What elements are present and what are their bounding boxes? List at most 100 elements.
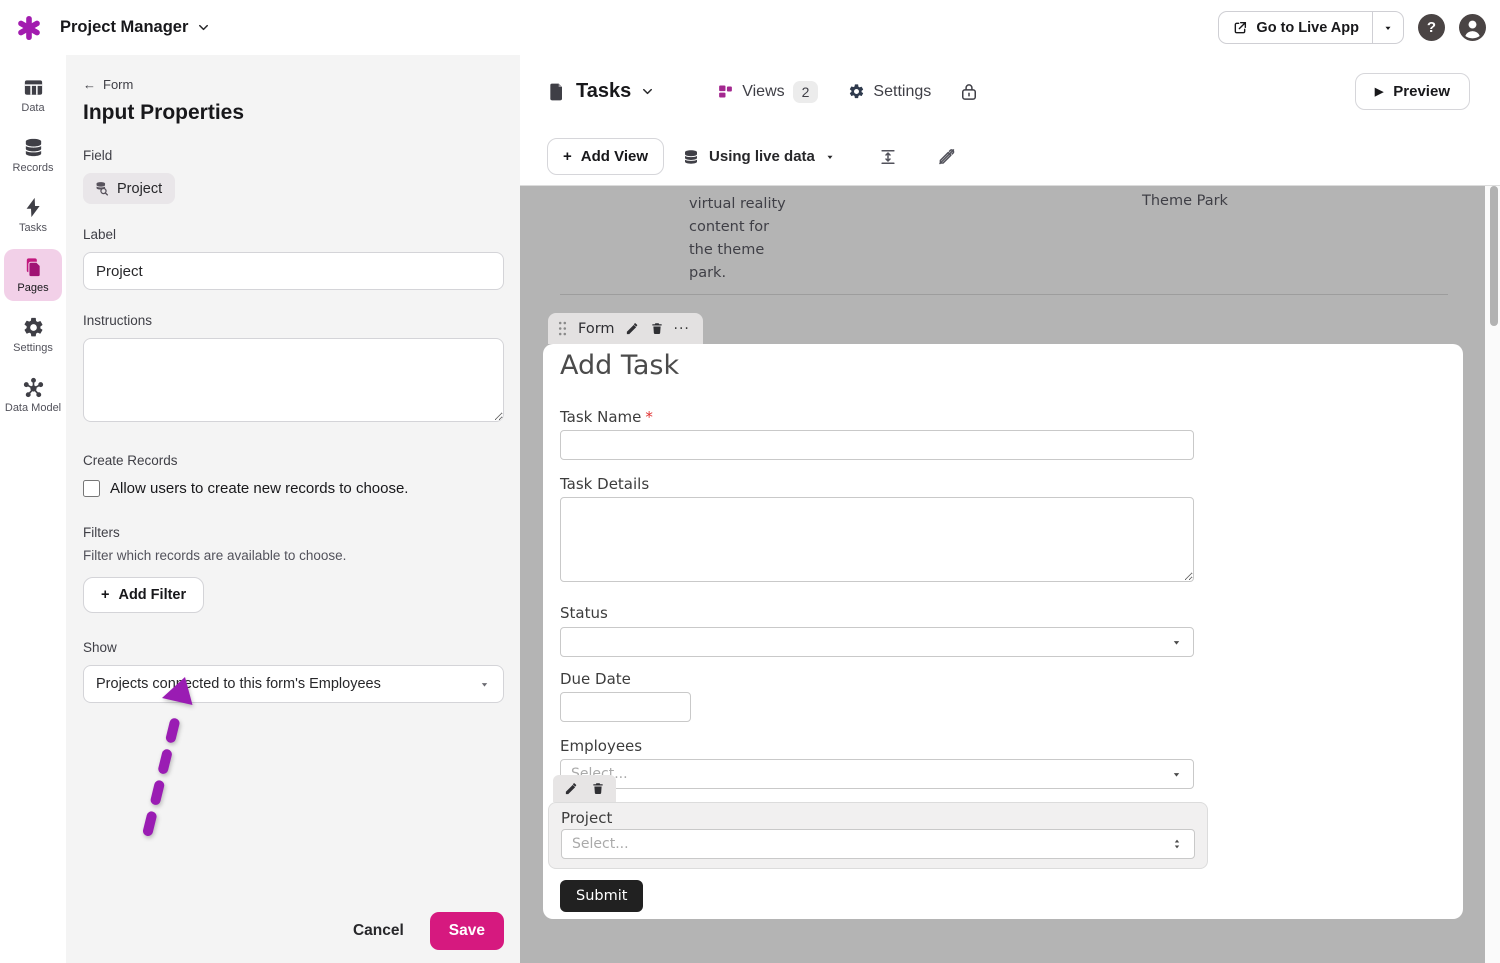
app-switcher-chevron-icon[interactable] [196, 20, 211, 35]
rail-item-data-model[interactable]: Data Model [4, 369, 62, 421]
filters-section-label: Filters [83, 525, 504, 540]
task-name-input[interactable] [560, 430, 1194, 460]
views-count-badge: 2 [793, 81, 819, 103]
label-input[interactable] [83, 252, 504, 290]
rail-item-label: Records [13, 162, 54, 174]
tab-settings[interactable]: Settings [848, 83, 931, 101]
input-properties-panel: ← Form Input Properties Field Project La… [66, 55, 520, 963]
instructions-section-label: Instructions [83, 313, 504, 328]
back-label: Form [103, 77, 133, 92]
rail-item-records[interactable]: Records [4, 129, 62, 181]
allow-create-records-checkbox[interactable] [83, 480, 100, 497]
add-view-button[interactable]: + Add View [547, 138, 664, 175]
chevron-down-icon [640, 84, 655, 99]
gear-icon [848, 83, 865, 100]
go-to-live-app-button[interactable]: Go to Live App [1219, 12, 1372, 43]
database-icon [682, 148, 700, 166]
field-chip[interactable]: Project [83, 173, 175, 204]
tab-views[interactable]: Views 2 [717, 81, 818, 103]
employees-label: Employees [560, 737, 642, 755]
instructions-textarea[interactable] [83, 338, 504, 422]
form-title: Add Task [560, 350, 679, 381]
rail-item-label: Tasks [19, 222, 47, 234]
required-marker: * [645, 408, 653, 426]
project-label: Project [561, 809, 612, 827]
project-input-selected[interactable]: Project Select... [548, 802, 1208, 869]
trash-icon[interactable] [650, 321, 664, 336]
form-view-tab[interactable]: Form ··· [548, 313, 703, 344]
cancel-button[interactable]: Cancel [353, 922, 404, 940]
rail-item-label: Data Model [5, 402, 61, 414]
plus-icon: + [563, 148, 572, 165]
show-select-value: Projects connected to this form's Employ… [96, 676, 381, 692]
rail-item-label: Data [21, 102, 44, 114]
plus-icon: + [101, 587, 109, 603]
rail-item-label: Settings [13, 342, 53, 354]
views-tab-label: Views [742, 83, 784, 101]
data-model-network-icon [22, 376, 45, 399]
more-options-icon[interactable]: ··· [674, 321, 690, 337]
scrollbar-track[interactable] [1485, 186, 1500, 963]
task-details-textarea[interactable] [560, 497, 1194, 582]
input-hover-toolbar [553, 775, 616, 802]
back-to-form-link[interactable]: ← Form [83, 77, 504, 92]
lock-icon[interactable] [959, 82, 979, 102]
add-filter-button[interactable]: + Add Filter [83, 577, 204, 613]
question-mark-icon: ? [1427, 19, 1436, 36]
rail-item-data[interactable]: Data [4, 69, 62, 121]
page-title-dropdown[interactable]: Tasks [547, 80, 655, 103]
select-spinner-icon [1170, 837, 1184, 851]
pages-icon [22, 256, 45, 279]
scrollbar-thumb[interactable] [1490, 186, 1498, 326]
status-select[interactable] [560, 627, 1194, 657]
edit-pencil-icon[interactable] [625, 321, 640, 336]
person-icon [1459, 14, 1486, 41]
panel-title: Input Properties [83, 101, 504, 125]
due-date-label: Due Date [560, 670, 631, 688]
caret-down-icon [478, 678, 491, 691]
pencil-slash-icon[interactable] [936, 146, 957, 167]
help-button[interactable]: ? [1418, 14, 1445, 41]
project-placeholder: Select... [572, 836, 629, 852]
filters-help-text: Filter which records are available to ch… [83, 548, 504, 563]
form-view-card: Add Task Task Name* Task Details Status … [543, 344, 1463, 919]
due-date-input[interactable] [560, 692, 691, 722]
rail-item-pages[interactable]: Pages [4, 249, 62, 301]
rail-item-settings[interactable]: Settings [4, 309, 62, 361]
go-to-live-app-dropdown[interactable] [1372, 12, 1403, 43]
submit-button[interactable]: Submit [560, 880, 643, 912]
row-height-icon[interactable] [878, 147, 898, 167]
add-view-label: Add View [581, 148, 648, 165]
account-avatar[interactable] [1459, 14, 1486, 41]
preview-button[interactable]: ▶ Preview [1355, 73, 1470, 110]
caret-down-icon [1170, 636, 1183, 649]
add-filter-label: Add Filter [118, 587, 186, 603]
field-chip-label: Project [117, 181, 162, 197]
data-source-dropdown[interactable]: Using live data [682, 148, 836, 166]
show-select[interactable]: Projects connected to this form's Employ… [83, 665, 504, 703]
database-icon [22, 136, 45, 159]
form-tab-label: Form [578, 321, 615, 337]
rail-item-tasks[interactable]: Tasks [4, 189, 62, 241]
task-details-label: Task Details [560, 475, 649, 493]
allow-create-records-text: Allow users to create new records to cho… [110, 480, 408, 497]
caret-down-icon [1382, 22, 1394, 34]
gear-icon [22, 316, 45, 339]
preview-label: Preview [1393, 83, 1450, 100]
trash-icon[interactable] [591, 781, 605, 796]
field-section-label: Field [83, 148, 504, 163]
edit-pencil-icon[interactable] [564, 781, 579, 796]
project-select[interactable]: Select... [561, 829, 1195, 859]
create-records-label: Create Records [83, 453, 504, 468]
save-button[interactable]: Save [430, 912, 504, 950]
label-section-label: Label [83, 227, 504, 242]
back-arrow-icon: ← [83, 77, 96, 92]
view-toolbar: + Add View Using live data [520, 128, 1500, 185]
employees-select[interactable]: Select... [560, 759, 1194, 789]
page-header: Tasks Views 2 Settings [520, 55, 1500, 128]
drag-handle-icon[interactable] [557, 320, 568, 337]
external-link-icon [1232, 20, 1248, 36]
app-name: Project Manager [60, 18, 188, 37]
settings-tab-label: Settings [873, 83, 931, 101]
caret-down-icon [824, 151, 836, 163]
